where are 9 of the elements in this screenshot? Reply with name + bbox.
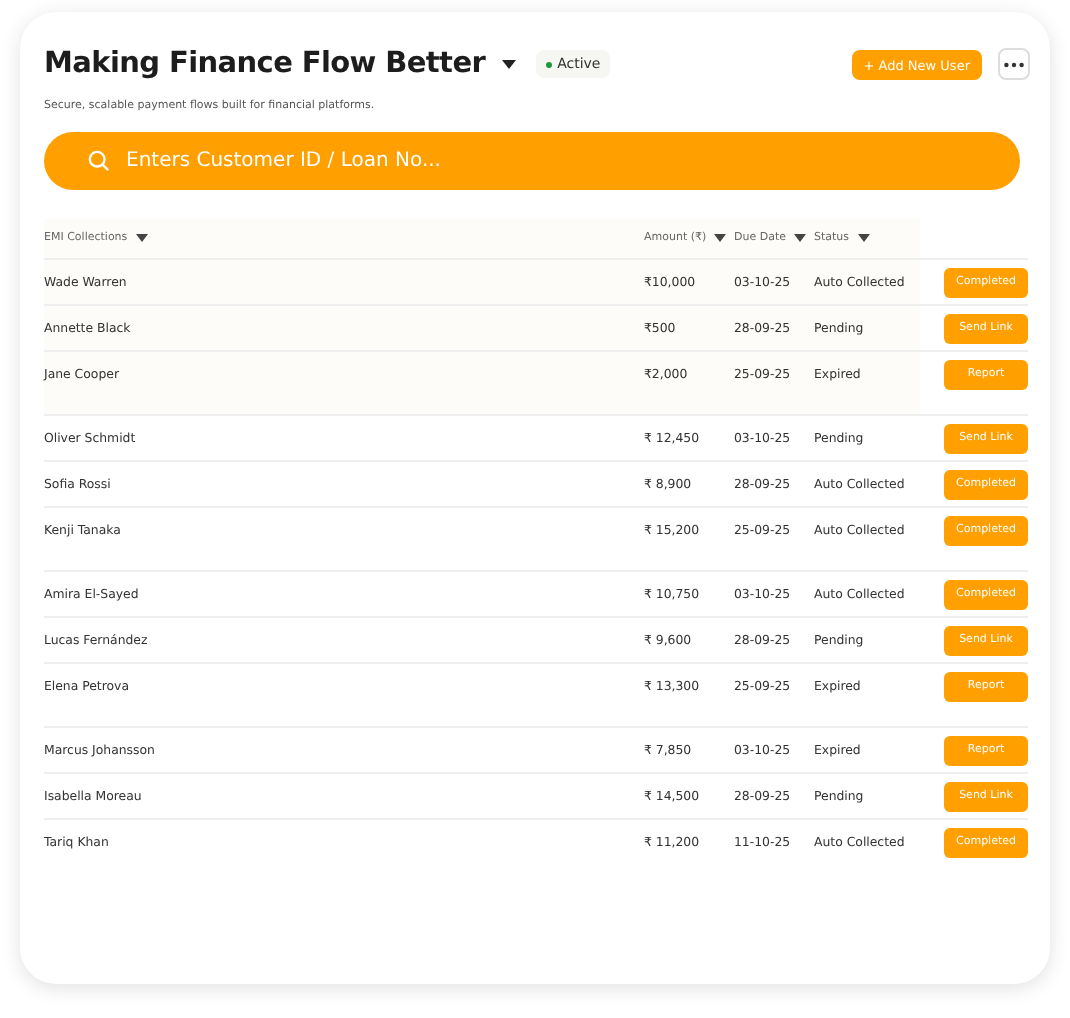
more-icon bbox=[1004, 61, 1024, 67]
sort-icon[interactable] bbox=[714, 234, 727, 242]
caret-icon[interactable] bbox=[501, 59, 516, 69]
search-field[interactable]: Enters Customer ID / Loan No... bbox=[44, 132, 1020, 190]
more-button[interactable] bbox=[998, 48, 1030, 80]
sort-icon[interactable] bbox=[794, 234, 806, 242]
sort-icon[interactable] bbox=[135, 234, 148, 242]
page-title: Making Finance Flow Better bbox=[44, 48, 486, 80]
sort-icon[interactable] bbox=[857, 234, 870, 242]
